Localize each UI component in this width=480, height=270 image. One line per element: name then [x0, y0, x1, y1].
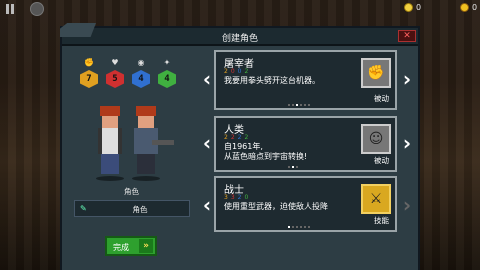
pause-button[interactable]: [4, 3, 16, 15]
slot-stat: 0: [230, 68, 235, 75]
gem-counter: 0: [404, 3, 421, 12]
slot-description: 我要用拳头劈开这台机器。: [224, 76, 320, 85]
slot-stat: 2: [244, 68, 249, 75]
slot-stat: 0: [244, 194, 249, 201]
slot2-next-arrow[interactable]: ›: [400, 132, 414, 154]
character-preview: [94, 100, 194, 181]
slot-card-background[interactable]: 屠宰者 2 0 0 2 我要用拳头劈开这台机器。 ✊ 被动: [214, 50, 397, 110]
stat-spirit: ✦ 4: [156, 58, 178, 88]
stats-row: ✊ 7 ♥ 5 ◉ 4 ✦ 4: [78, 58, 178, 88]
edit-icon: ✎: [80, 204, 87, 213]
fist-punch-icon: ✊: [367, 65, 385, 81]
coin-counter: 0: [460, 3, 477, 12]
slot-description: 使用重型武器，迫使敌人投降: [224, 202, 328, 211]
character-sprite-armed: [130, 106, 174, 181]
coin-count: 0: [472, 3, 478, 12]
spirit-icon: ✦: [163, 58, 171, 67]
slot2-prev-arrow[interactable]: ‹: [200, 132, 214, 154]
stat-intellect: ◉ 4: [130, 58, 152, 88]
sword-skill-icon: ⚔: [369, 191, 383, 207]
done-label: 完成: [113, 243, 129, 252]
slot-description: 自1961年, 从蓝色暗点到宇宙转换!: [224, 142, 308, 161]
slot1-prev-arrow[interactable]: ‹: [200, 68, 214, 90]
panel-header: 创建角色 ✕: [60, 23, 418, 46]
slot-stat: 3: [224, 194, 228, 201]
slot-card-class[interactable]: 战士 3 3 2 0 使用重型武器，迫使敌人投降 ⚔ 技能: [214, 176, 397, 232]
stat-health-value: 5: [106, 70, 124, 88]
coin-icon: [460, 3, 469, 12]
character-label: 角色: [124, 187, 139, 196]
page-dots: [288, 226, 310, 228]
stat-strength: ✊ 7: [78, 58, 100, 88]
slot-stat: 2: [237, 134, 242, 141]
slot-type: 被动: [374, 94, 389, 103]
gem-count: 0: [416, 3, 422, 12]
slot1-next-arrow[interactable]: ›: [400, 68, 414, 90]
slot-icon-box: ⚔: [361, 184, 391, 214]
character-sprite-front: [94, 106, 126, 181]
fist-icon: ✊: [84, 58, 94, 67]
slot-icon-box: ☺: [361, 124, 391, 154]
slot-stat: 2: [230, 134, 235, 141]
done-button[interactable]: 完成 »: [105, 236, 157, 256]
stat-health: ♥ 5: [104, 58, 126, 88]
close-button[interactable]: ✕: [398, 30, 416, 42]
character-name-input[interactable]: [95, 203, 185, 215]
human-face-icon: ☺: [368, 131, 384, 147]
slot-stat: 2: [224, 68, 228, 75]
brain-icon: ◉: [137, 58, 145, 67]
profile-icon[interactable]: [30, 2, 44, 16]
slot-type: 技能: [374, 216, 389, 225]
slot3-prev-arrow[interactable]: ‹: [200, 194, 214, 216]
slot-stat: 0: [237, 68, 242, 75]
page-dots: [288, 166, 298, 168]
stat-spirit-value: 4: [158, 70, 176, 88]
slot-type: 被动: [374, 156, 389, 165]
page-dots: [288, 104, 310, 106]
double-chevron-down-icon: »: [139, 239, 153, 253]
slot-stat: 2: [224, 134, 228, 141]
gem-icon: [404, 3, 413, 12]
slot-stat: 3: [230, 194, 235, 201]
slot-stats: 3 3 2 0: [224, 194, 248, 201]
stat-intellect-value: 4: [132, 70, 150, 88]
panel-title: 创建角色: [221, 34, 258, 44]
slot-stats: 2 2 2 2: [224, 134, 248, 141]
slot-icon-box: ✊: [361, 58, 391, 88]
character-name-field[interactable]: ✎: [74, 200, 190, 217]
slot-stat: 2: [237, 194, 242, 201]
slot3-next-arrow[interactable]: ›: [400, 194, 414, 216]
slot-card-race[interactable]: 人类 2 2 2 2 自1961年, 从蓝色暗点到宇宙转换! ☺ 被动: [214, 116, 397, 172]
stat-strength-value: 7: [80, 70, 98, 88]
slot-stat: 2: [244, 134, 249, 141]
heart-icon: ♥: [111, 58, 119, 67]
slot-stats: 2 0 0 2: [224, 68, 248, 75]
